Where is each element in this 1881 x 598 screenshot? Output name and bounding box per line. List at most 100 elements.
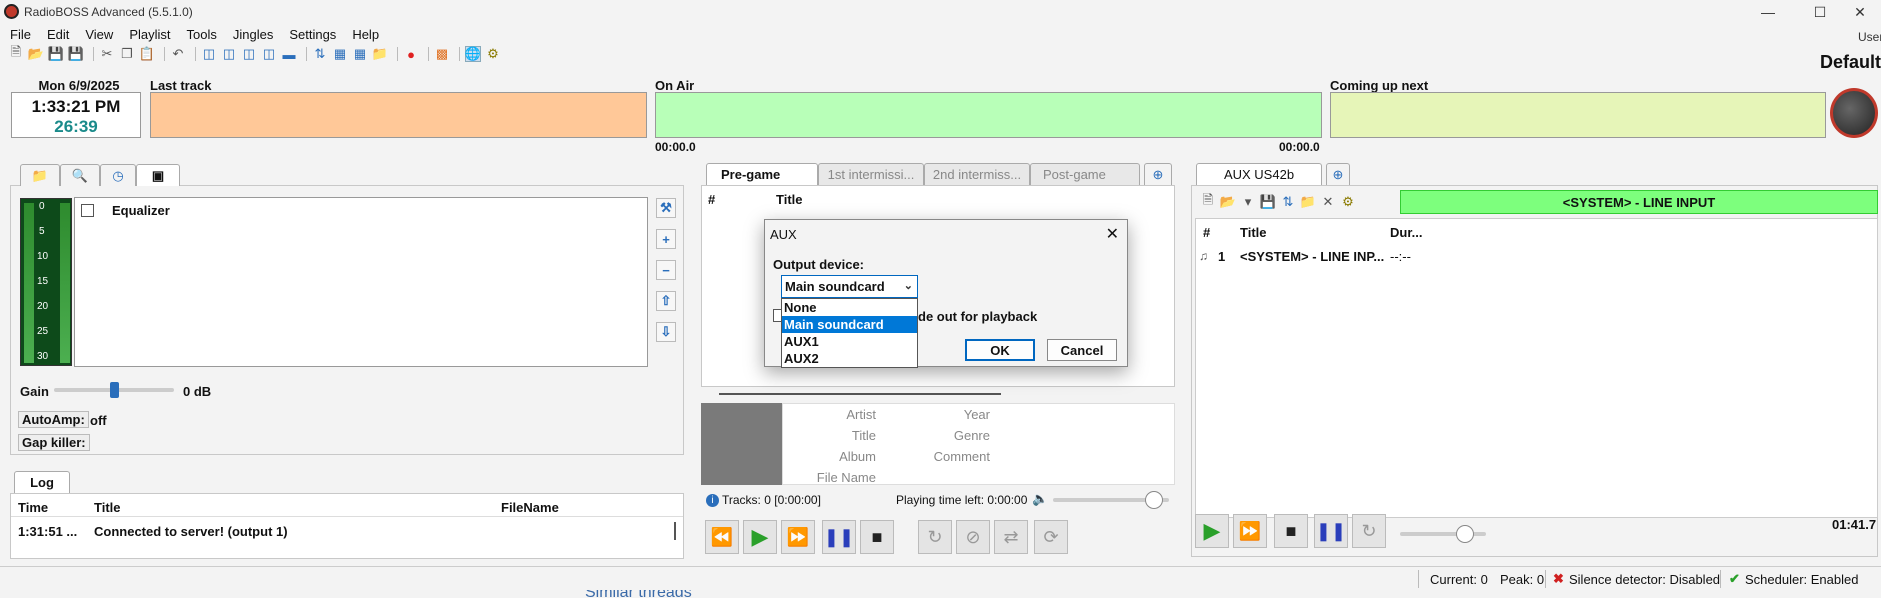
user-label[interactable]: User <box>1858 30 1881 44</box>
move-down-icon[interactable]: ⇩ <box>656 322 676 342</box>
coming-up-box[interactable] <box>1330 92 1826 138</box>
gain-slider-thumb[interactable] <box>109 382 119 398</box>
aux-col-title[interactable]: Title <box>1240 225 1267 240</box>
folder-scan-icon[interactable]: 📁 <box>372 46 388 62</box>
option-none[interactable]: None <box>782 299 917 316</box>
menu-file[interactable]: File <box>10 27 31 42</box>
record-icon[interactable]: ● <box>403 46 419 62</box>
log-col-time[interactable]: Time <box>18 500 48 515</box>
aux-col-num[interactable]: # <box>1203 225 1210 240</box>
tab-effects[interactable]: ▣ <box>136 164 180 186</box>
aux-dropdown-icon[interactable]: ▾ <box>1240 194 1256 210</box>
tab-2nd-intermission[interactable]: 2nd intermiss... <box>924 163 1030 185</box>
tab-aux-us42b[interactable]: AUX US42b <box>1196 163 1322 185</box>
option-aux2[interactable]: AUX2 <box>782 350 917 367</box>
aux-open-icon[interactable]: 📂 <box>1220 194 1236 210</box>
open-folder-icon[interactable]: 📂 <box>28 46 44 62</box>
repeat-button[interactable]: ↻ <box>918 520 952 554</box>
aux-clear-icon[interactable]: ✕ <box>1320 194 1336 210</box>
aux-folder-icon[interactable]: 📁 <box>1300 194 1316 210</box>
log-col-filename[interactable]: FileName <box>501 500 559 515</box>
move-up-icon[interactable]: ⇧ <box>656 291 676 311</box>
autoamp-button[interactable]: AutoAmp: <box>18 411 89 428</box>
add-playlist-tab-icon[interactable]: ⊕ <box>1144 163 1172 185</box>
layout-wide-icon[interactable]: ▬ <box>281 46 297 62</box>
loop-button[interactable]: ⟳ <box>1034 520 1068 554</box>
new-file-icon[interactable]: 🗎 <box>8 44 24 62</box>
close-icon[interactable]: ✕ <box>1839 0 1881 24</box>
aux-pause-button[interactable]: ❚❚ <box>1314 514 1348 548</box>
copy-icon[interactable]: ❐ <box>119 46 135 62</box>
paste-icon[interactable]: 📋 <box>139 46 155 62</box>
playlist-generator-icon[interactable]: ▦ <box>332 46 348 62</box>
aux-grid[interactable]: # Title Dur... ♫ 1 <SYSTEM> - LINE INP..… <box>1195 218 1878 518</box>
playlist-col-title[interactable]: Title <box>776 192 803 207</box>
status-silence[interactable]: Silence detector: Disabled <box>1569 572 1720 587</box>
menu-settings[interactable]: Settings <box>289 27 336 42</box>
minimize-icon[interactable]: — <box>1745 0 1791 24</box>
tab-history[interactable]: ◷ <box>100 164 136 186</box>
aux-stop-button[interactable]: ■ <box>1274 514 1308 548</box>
aux-scheduler-icon[interactable]: ⇅ <box>1280 194 1296 210</box>
status-scheduler[interactable]: Scheduler: Enabled <box>1745 572 1858 587</box>
aux-volume-thumb[interactable] <box>1455 525 1474 543</box>
scheduler-icon[interactable]: ⇅ <box>312 46 328 62</box>
headset-icon[interactable] <box>1830 88 1878 138</box>
cancel-button[interactable]: Cancel <box>1047 339 1117 361</box>
output-device-select[interactable]: Main soundcard ⌄ <box>781 275 918 298</box>
database-icon[interactable]: ▦ <box>352 46 368 62</box>
tab-search[interactable]: 🔍 <box>60 164 100 186</box>
playlist-col-num[interactable]: # <box>708 192 715 207</box>
last-track-box[interactable] <box>150 92 647 138</box>
menu-playlist[interactable]: Playlist <box>129 27 170 42</box>
gap-killer-button[interactable]: Gap killer: <box>18 434 90 451</box>
layout-columns-icon[interactable]: ◫ <box>221 46 237 62</box>
menu-help[interactable]: Help <box>352 27 379 42</box>
save-all-icon[interactable]: 💾 <box>68 46 84 62</box>
pause-button[interactable]: ❚❚ <box>822 520 856 554</box>
previous-button[interactable]: ⏪ <box>705 520 739 554</box>
shuffle-button[interactable]: ⇄ <box>994 520 1028 554</box>
menu-jingles[interactable]: Jingles <box>233 27 273 42</box>
disable-button[interactable]: ⊘ <box>956 520 990 554</box>
aux-settings-icon[interactable]: ⚙ <box>1340 194 1356 210</box>
aux-new-icon[interactable]: 🗎 <box>1200 192 1216 210</box>
option-aux1[interactable]: AUX1 <box>782 333 917 350</box>
log-scrollbar[interactable] <box>674 522 676 540</box>
undo-icon[interactable]: ↶ <box>170 46 186 62</box>
playlist-volume-thumb[interactable] <box>1144 491 1163 509</box>
play-button[interactable]: ▶ <box>743 520 777 554</box>
log-col-title[interactable]: Title <box>94 500 121 515</box>
remove-effect-icon[interactable]: − <box>656 260 676 280</box>
aux-next-button[interactable]: ⏩ <box>1233 514 1267 548</box>
speaker-icon[interactable]: 🔈 <box>1032 491 1048 507</box>
tab-log[interactable]: Log <box>14 471 70 493</box>
equalizer-checkbox[interactable] <box>81 204 94 217</box>
cut-icon[interactable]: ✂ <box>99 46 115 62</box>
aux-col-duration[interactable]: Dur... <box>1390 225 1423 240</box>
tab-browse[interactable]: 📁 <box>20 164 60 186</box>
layout-grid-icon[interactable]: ◫ <box>261 46 277 62</box>
save-icon[interactable]: 💾 <box>48 46 64 62</box>
tab-1st-intermission[interactable]: 1st intermissi... <box>818 163 924 185</box>
on-air-box[interactable] <box>655 92 1322 138</box>
option-main-soundcard[interactable]: Main soundcard <box>782 316 917 333</box>
settings-gear-icon[interactable]: ⚙ <box>485 46 501 62</box>
aux-play-button[interactable]: ▶ <box>1195 514 1229 548</box>
add-aux-tab-icon[interactable]: ⊕ <box>1326 163 1350 185</box>
menu-edit[interactable]: Edit <box>47 27 69 42</box>
stream-globe-icon[interactable]: 🌐 <box>465 46 481 62</box>
menu-view[interactable]: View <box>85 27 113 42</box>
dialog-close-icon[interactable]: ✕ <box>1106 224 1119 244</box>
next-button[interactable]: ⏩ <box>781 520 815 554</box>
add-effect-icon[interactable]: + <box>656 229 676 249</box>
tab-pre-game[interactable]: Pre-game <box>706 163 818 185</box>
aux-save-icon[interactable]: 💾 <box>1260 194 1276 210</box>
layout-split-icon[interactable]: ◫ <box>241 46 257 62</box>
maximize-icon[interactable]: ☐ <box>1797 0 1843 24</box>
effect-settings-icon[interactable]: ⚒ <box>656 198 676 218</box>
stop-button[interactable]: ■ <box>860 520 894 554</box>
playlist-hscroll[interactable] <box>719 393 1001 395</box>
aux-system-input[interactable]: <SYSTEM> - LINE INPUT <box>1400 190 1878 214</box>
ok-button[interactable]: OK <box>965 339 1035 361</box>
